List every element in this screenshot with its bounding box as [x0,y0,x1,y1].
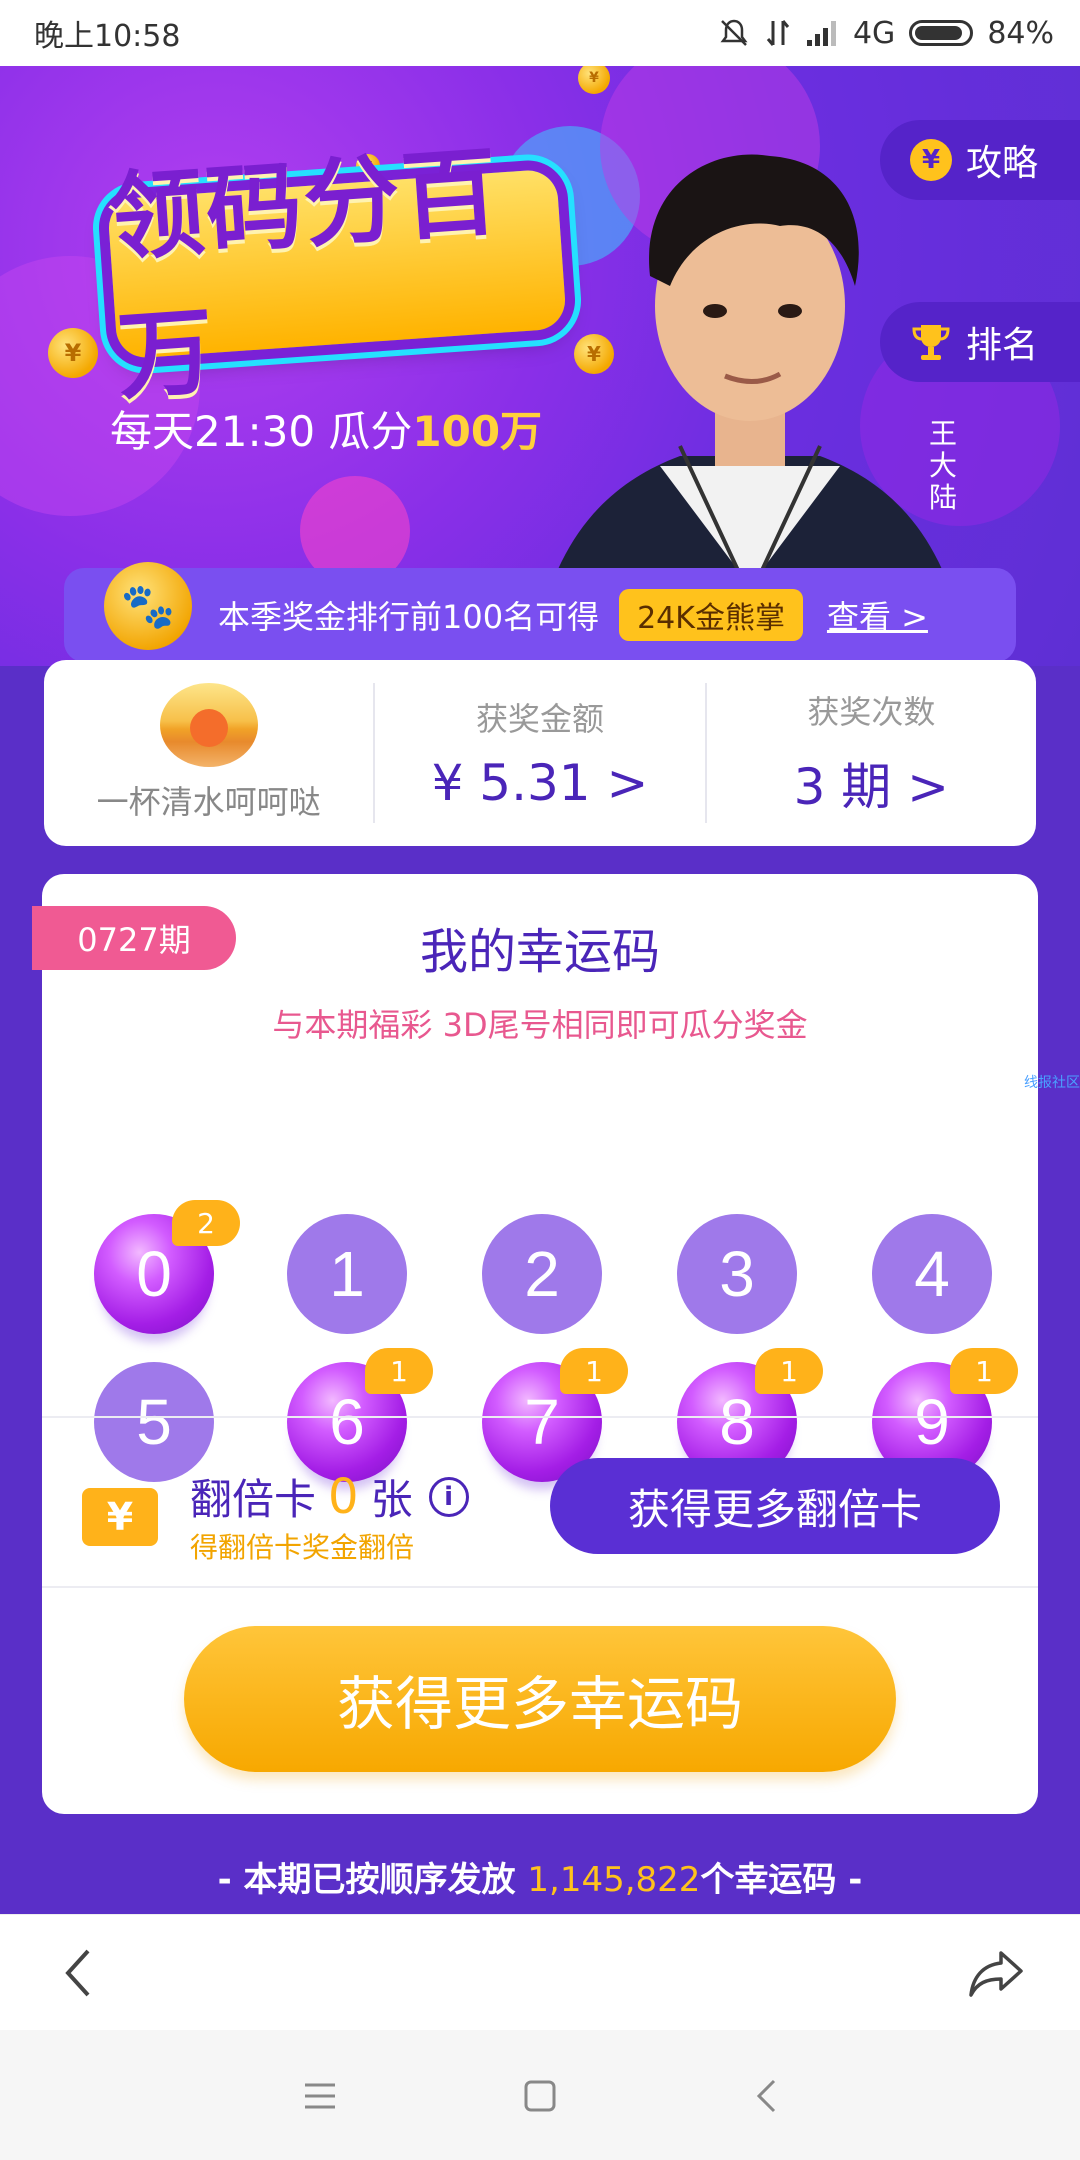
digit-count-badge: 1 [560,1348,628,1394]
lucky-digit-ball: 1 [287,1214,407,1334]
prize-count-value: 3 期 > [793,758,950,816]
digit-count-badge: 2 [172,1200,240,1246]
system-navigation-bar [0,2030,1080,2160]
browser-toolbar [0,1914,1080,2031]
lucky-digit-ball: 3 [677,1214,797,1334]
signal-icon [806,21,836,46]
double-card-unit: 张 [370,1475,413,1524]
issued-count-text: - 本期已按顺序发放 1,145,822个幸运码 - [0,1852,1080,1901]
coin-icon: ¥ [578,66,610,94]
trophy-icon [910,321,952,363]
user-stats-card: 一杯清水呵呵哒 获奖金额 ¥ 5.31 > 获奖次数 3 期 > [44,660,1036,846]
divider [42,1416,1038,1418]
gold-bear-paw-icon: 🐾 [104,562,192,650]
username: 一杯清水呵呵哒 [96,783,321,821]
watermark: 线报社区 [1024,1075,1080,1091]
back-arrow-icon [756,2079,776,2113]
data-transfer-icon [766,20,790,46]
lucky-digit-ball: 2 [482,1214,602,1334]
hero-subtitle: 每天21:30 瓜分100万 [110,398,542,459]
double-card-description: 得翻倍卡奖金翻倍 [190,1531,415,1564]
strategy-button[interactable]: ¥ 攻略 [880,120,1080,200]
ranking-label: 排名 [966,325,1039,366]
ranking-button[interactable]: 排名 [880,302,1080,382]
season-promo-banner[interactable]: 🐾 本季奖金排行前100名可得 24K金熊掌 查看 > [64,562,1016,662]
promo-text: 本季奖金排行前100名可得 [218,598,600,636]
avatar [159,683,258,767]
double-card-count: 0 [328,1468,359,1525]
prize-tag: 24K金熊掌 [619,589,803,641]
menu-nav-button[interactable] [290,2066,350,2126]
divider [42,1586,1038,1588]
digit-count-badge: 1 [365,1348,433,1394]
hero-subtitle-text: 每天21:30 瓜分 [110,407,413,456]
prize-amount-value: ¥ 5.31 > [431,754,649,812]
square-home-icon [524,2080,556,2112]
yuan-coin-icon: ¥ [910,139,952,181]
double-card-icon: ¥ [82,1488,158,1546]
lucky-code-title: 我的幸运码 [419,924,660,980]
battery-icon [909,20,974,46]
lucky-code-subtitle: 与本期福彩 3D尾号相同即可瓜分奖金 [272,1006,808,1044]
share-button[interactable] [960,1941,1032,2005]
digit-count-badge: 1 [950,1348,1018,1394]
event-logo: 领码分百万 [104,136,568,413]
battery-percent: 84% [987,15,1054,51]
digit-count-badge: 1 [755,1348,823,1394]
strategy-label: 攻略 [966,143,1039,184]
coin-icon: ¥ [48,328,98,378]
double-card-label: 翻倍卡 [190,1475,317,1524]
lucky-code-card: 0727期 我的幸运码 与本期福彩 3D尾号相同即可瓜分奖金 021234561… [32,874,1038,1814]
prize-count-label: 获奖次数 [807,693,936,731]
user-profile[interactable]: 一杯清水呵呵哒 [44,683,373,823]
back-nav-button[interactable] [736,2066,796,2126]
chevron-left-icon [65,1949,90,1997]
lucky-digit-ball: 5 [94,1362,214,1482]
issued-count: 1,145,822 [527,1860,701,1900]
back-button[interactable] [46,1941,110,2005]
prize-amount-label: 获奖金额 [475,700,604,738]
prize-amount-stat[interactable]: 获奖金额 ¥ 5.31 > [375,683,704,823]
event-logo-text: 领码分百万 [104,135,504,414]
status-icons: 4G 84% [717,16,1054,51]
issued-prefix: - 本期已按顺序发放 [217,1860,528,1900]
get-more-lucky-codes-button[interactable]: 获得更多幸运码 [184,1626,896,1772]
double-card-info: 翻倍卡 0 张 i [190,1466,469,1527]
home-nav-button[interactable] [510,2066,570,2126]
get-more-double-cards-button[interactable]: 获得更多翻倍卡 [550,1458,1000,1554]
info-icon[interactable]: i [428,1476,469,1517]
status-time: 晚上10:58 [34,19,181,54]
issued-suffix: 个幸运码 - [700,1860,863,1900]
network-type: 4G [852,15,896,51]
share-icon [969,1951,1023,1997]
status-bar: 晚上10:58 4G 84% [0,0,1080,66]
lucky-digit-ball: 4 [872,1214,992,1334]
promo-view-link[interactable]: 查看 > [827,592,928,638]
menu-icon [305,2083,335,2109]
celebrity-name: 王大陆 [928,417,957,514]
mute-icon [720,19,748,46]
prize-count-stat[interactable]: 获奖次数 3 期 > [707,683,1036,823]
